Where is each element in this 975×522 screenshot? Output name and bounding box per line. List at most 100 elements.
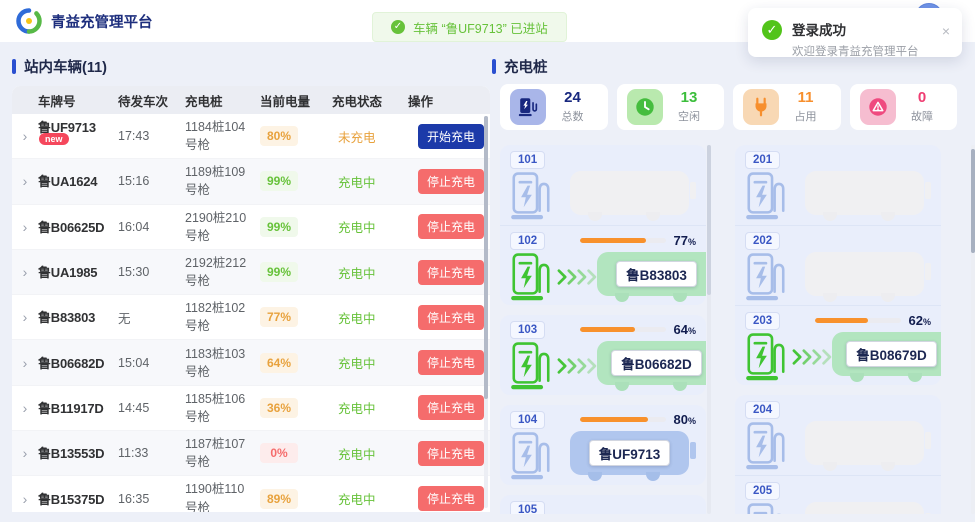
vehicle-row[interactable]: › 鲁UA1624 15:16 1189桩109号枪 99% 充电中 停止充电	[12, 159, 490, 204]
plate-number: 鲁B15375D	[38, 489, 118, 509]
vehicle-row[interactable]: › 鲁B13553D 11:33 1187桩107号枪 0% 充电中 停止充电	[12, 431, 490, 476]
bus-icon: 鲁B06682D	[597, 341, 706, 391]
stat-value: 24	[562, 90, 584, 106]
pile-id-badge: 204	[745, 401, 780, 419]
charging-status: 未充电	[332, 127, 408, 146]
pile-slot-105[interactable]: 105	[500, 495, 706, 514]
vehicles-table: 车牌号待发车次充电桩当前电量充电状态操作 › 鲁UF9713new 17:43 …	[12, 86, 490, 512]
panel-scrollbar[interactable]	[971, 145, 975, 514]
pile-stats-row: 24 总数 13 空闲 11 占用 0 故障	[500, 84, 957, 130]
pile-slot-204[interactable]: 204	[735, 395, 941, 475]
pile-id-badge: 201	[745, 151, 780, 169]
charging-status: 充电中	[332, 172, 408, 191]
charge-progress: 77%	[580, 233, 696, 248]
vehicles-panel: 站内车辆(11) 车牌号待发车次充电桩当前电量充电状态操作 › 鲁UF9713n…	[12, 56, 490, 512]
stat-card-空闲: 13 空闲	[617, 84, 725, 130]
piles-panel-title-text: 充电桩	[504, 56, 548, 77]
pile-slot-104[interactable]: 104 80% 鲁UF9713	[500, 405, 706, 485]
pile-id-badge: 102	[510, 232, 545, 250]
expand-icon[interactable]: ›	[12, 491, 38, 507]
vehicle-row[interactable]: › 鲁B83803 无 1182桩102号枪 77% 充电中 停止充电	[12, 295, 490, 340]
stop-charging-button[interactable]: 停止充电	[418, 441, 484, 466]
pile-slot-201[interactable]: 201	[735, 145, 941, 225]
pile-group: 105	[500, 495, 706, 514]
stop-charging-button[interactable]: 停止充电	[418, 169, 484, 194]
charging-pile-icon	[510, 431, 552, 481]
pile-grid: 101 102 77% 鲁B83803	[500, 142, 975, 514]
vehicles-panel-title-text: 站内车辆(11)	[24, 56, 107, 77]
pile-group: 103 64% 鲁B06682D	[500, 315, 706, 395]
start-charging-button[interactable]: 开始充电	[418, 124, 484, 149]
plate-number: 鲁B06682D	[38, 353, 118, 373]
pile-slot-101[interactable]: 101	[500, 145, 706, 225]
notification-title: 登录成功	[792, 19, 942, 39]
expand-icon[interactable]: ›	[12, 355, 38, 371]
bus-plate-number: 鲁B08679D	[846, 341, 937, 367]
pile-slot-102[interactable]: 102 77% 鲁B83803	[500, 225, 706, 305]
clock-icon	[627, 89, 663, 125]
battery-cell: 36%	[260, 398, 332, 418]
login-success-notification: ✓ 登录成功 欢迎登录青益充管理平台 ×	[748, 8, 962, 57]
pile-slot-103[interactable]: 103 64% 鲁B06682D	[500, 315, 706, 395]
expand-icon[interactable]: ›	[12, 128, 38, 144]
expand-icon[interactable]: ›	[12, 219, 38, 235]
battery-badge: 89%	[260, 489, 298, 509]
column-header: 当前电量	[260, 91, 332, 110]
battery-cell: 80%	[260, 126, 332, 146]
vehicle-row[interactable]: › 鲁B06625D 16:04 2190桩210号枪 99% 充电中 停止充电	[12, 205, 490, 250]
charging-pile-icon	[745, 421, 787, 471]
stop-charging-button[interactable]: 停止充电	[418, 260, 484, 285]
battery-badge: 0%	[260, 443, 298, 463]
empty-bus-silhouette	[805, 252, 931, 302]
battery-badge: 99%	[260, 171, 298, 191]
scrollbar-thumb[interactable]	[707, 145, 711, 295]
scrollbar-thumb[interactable]	[971, 149, 975, 253]
pile-slot-203[interactable]: 203 62% 鲁B08679D	[735, 305, 941, 385]
battery-badge: 77%	[260, 307, 298, 327]
stat-label: 总数	[562, 108, 584, 124]
stop-charging-button[interactable]: 停止充电	[418, 305, 484, 330]
plate-number: 鲁B83803	[38, 307, 118, 327]
pile-slot-205[interactable]: 205	[735, 475, 941, 514]
stop-charging-button[interactable]: 停止充电	[418, 350, 484, 375]
bus-icon: 鲁B08679D	[832, 332, 941, 382]
plate-number: 鲁B11917D	[38, 398, 118, 418]
pile-slot-202[interactable]: 202	[735, 225, 941, 305]
scrollbar-thumb[interactable]	[484, 116, 488, 399]
stop-charging-button[interactable]: 停止充电	[418, 486, 484, 511]
stop-charging-button[interactable]: 停止充电	[418, 214, 484, 239]
expand-icon[interactable]: ›	[12, 264, 38, 280]
stat-value: 11	[795, 90, 817, 106]
expand-icon[interactable]: ›	[12, 173, 38, 189]
vehicle-row[interactable]: › 鲁B11917D 14:45 1185桩106号枪 36% 充电中 停止充电	[12, 386, 490, 431]
plate-number: 鲁UF9713new	[38, 117, 118, 155]
page: 青益充管理平台 ✓ 车辆 “鲁UF9713” 已进站 ✓ 登录成功 欢迎登录青益…	[0, 0, 975, 522]
bus-plate-number: 鲁B83803	[616, 261, 697, 287]
stop-charging-button[interactable]: 停止充电	[418, 395, 484, 420]
pile-group: 204 205	[735, 395, 941, 514]
battery-badge: 64%	[260, 353, 298, 373]
vehicle-row[interactable]: › 鲁UA1985 15:30 2192桩212号枪 99% 充电中 停止充电	[12, 250, 490, 295]
success-icon: ✓	[391, 20, 405, 34]
table-scrollbar[interactable]	[484, 116, 488, 508]
expand-icon[interactable]: ›	[12, 400, 38, 416]
departure-time: 16:35	[118, 492, 185, 506]
vehicle-row[interactable]: › 鲁B15375D 16:35 1190桩110号枪 89% 充电中 停止充电	[12, 476, 490, 512]
pile-column-scrollbar[interactable]	[707, 145, 711, 514]
empty-bus-silhouette	[805, 421, 931, 471]
expand-icon[interactable]: ›	[12, 445, 38, 461]
column-header: 操作	[408, 91, 490, 110]
stat-label: 故障	[911, 108, 933, 124]
vehicle-row[interactable]: › 鲁B06682D 15:04 1183桩103号枪 64% 充电中 停止充电	[12, 340, 490, 385]
new-badge: new	[39, 133, 69, 145]
charging-piles-panel: 充电桩 24 总数 13 空闲 11 占用 0 故障 101	[492, 56, 975, 522]
pile-name: 1184桩104号枪	[185, 118, 260, 154]
departure-time: 15:16	[118, 174, 185, 188]
vehicle-row[interactable]: › 鲁UF9713new 17:43 1184桩104号枪 80% 未充电 开始…	[12, 114, 490, 159]
departure-time: 14:45	[118, 401, 185, 415]
empty-bus-silhouette	[805, 502, 931, 514]
expand-icon[interactable]: ›	[12, 309, 38, 325]
close-icon[interactable]: ×	[942, 23, 950, 39]
pile-group: 101 102 77% 鲁B83803	[500, 145, 706, 305]
battery-cell: 99%	[260, 217, 332, 237]
